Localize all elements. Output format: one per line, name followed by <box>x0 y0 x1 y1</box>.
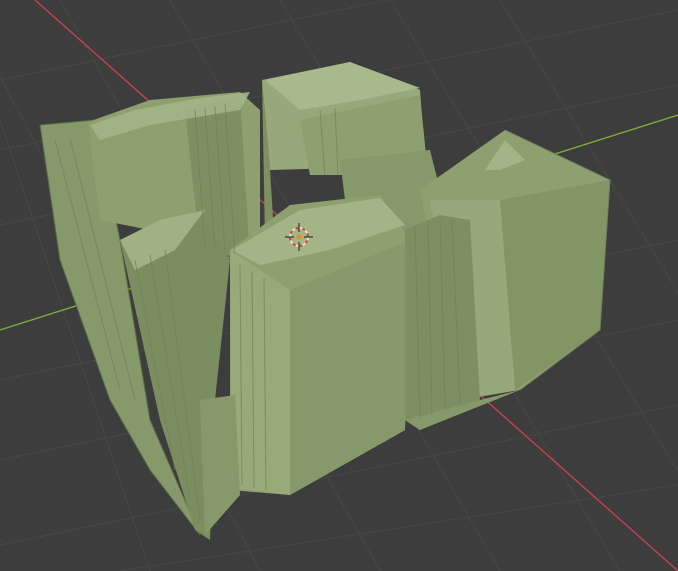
mesh-object[interactable] <box>39 62 611 540</box>
viewport-canvas[interactable] <box>0 0 678 571</box>
3d-viewport[interactable] <box>0 0 678 571</box>
